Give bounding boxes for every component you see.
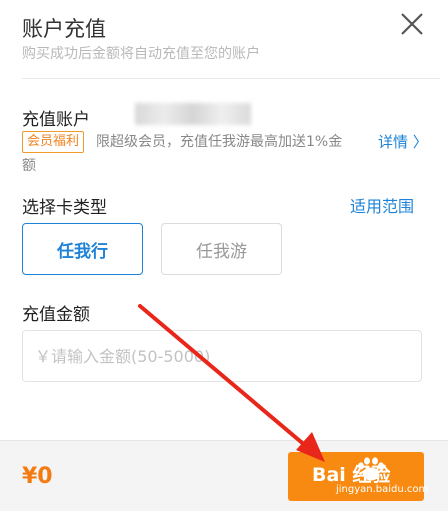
amount-label: 充值金额 bbox=[22, 305, 90, 325]
page-title: 账户充值 bbox=[22, 17, 106, 41]
account-value-blurred bbox=[135, 103, 251, 125]
applicable-scope-link[interactable]: 适用范围 bbox=[350, 193, 414, 217]
card-option-renwoyou[interactable]: 任我游 bbox=[161, 223, 282, 275]
card-type-label: 选择卡类型 bbox=[22, 198, 107, 218]
close-button[interactable] bbox=[394, 6, 430, 42]
member-benefit-badge: 会员福利 bbox=[22, 131, 85, 153]
benefit-text-continued: 额 bbox=[22, 158, 36, 174]
card-option-label: 任我行 bbox=[57, 241, 108, 262]
watermark-text: Bai 经验 bbox=[312, 464, 391, 486]
card-option-label: 任我游 bbox=[196, 241, 247, 262]
card-option-renwoxing[interactable]: 任我行 bbox=[22, 223, 143, 275]
total-amount: ¥0 bbox=[22, 464, 53, 489]
amount-input[interactable] bbox=[22, 330, 422, 382]
header-divider bbox=[22, 78, 440, 79]
close-icon bbox=[401, 13, 423, 35]
footer-divider bbox=[0, 440, 448, 441]
watermark-url: jingyan.baidu.com bbox=[336, 484, 429, 495]
page-subtitle: 购买成功后金额将自动充值至您的账户 bbox=[22, 46, 260, 62]
benefit-text: 限超级会员，充值任我游最高加送1%金 bbox=[96, 134, 343, 150]
details-link[interactable]: 详情 〉 bbox=[378, 131, 428, 152]
account-label: 充值账户 bbox=[22, 110, 90, 130]
